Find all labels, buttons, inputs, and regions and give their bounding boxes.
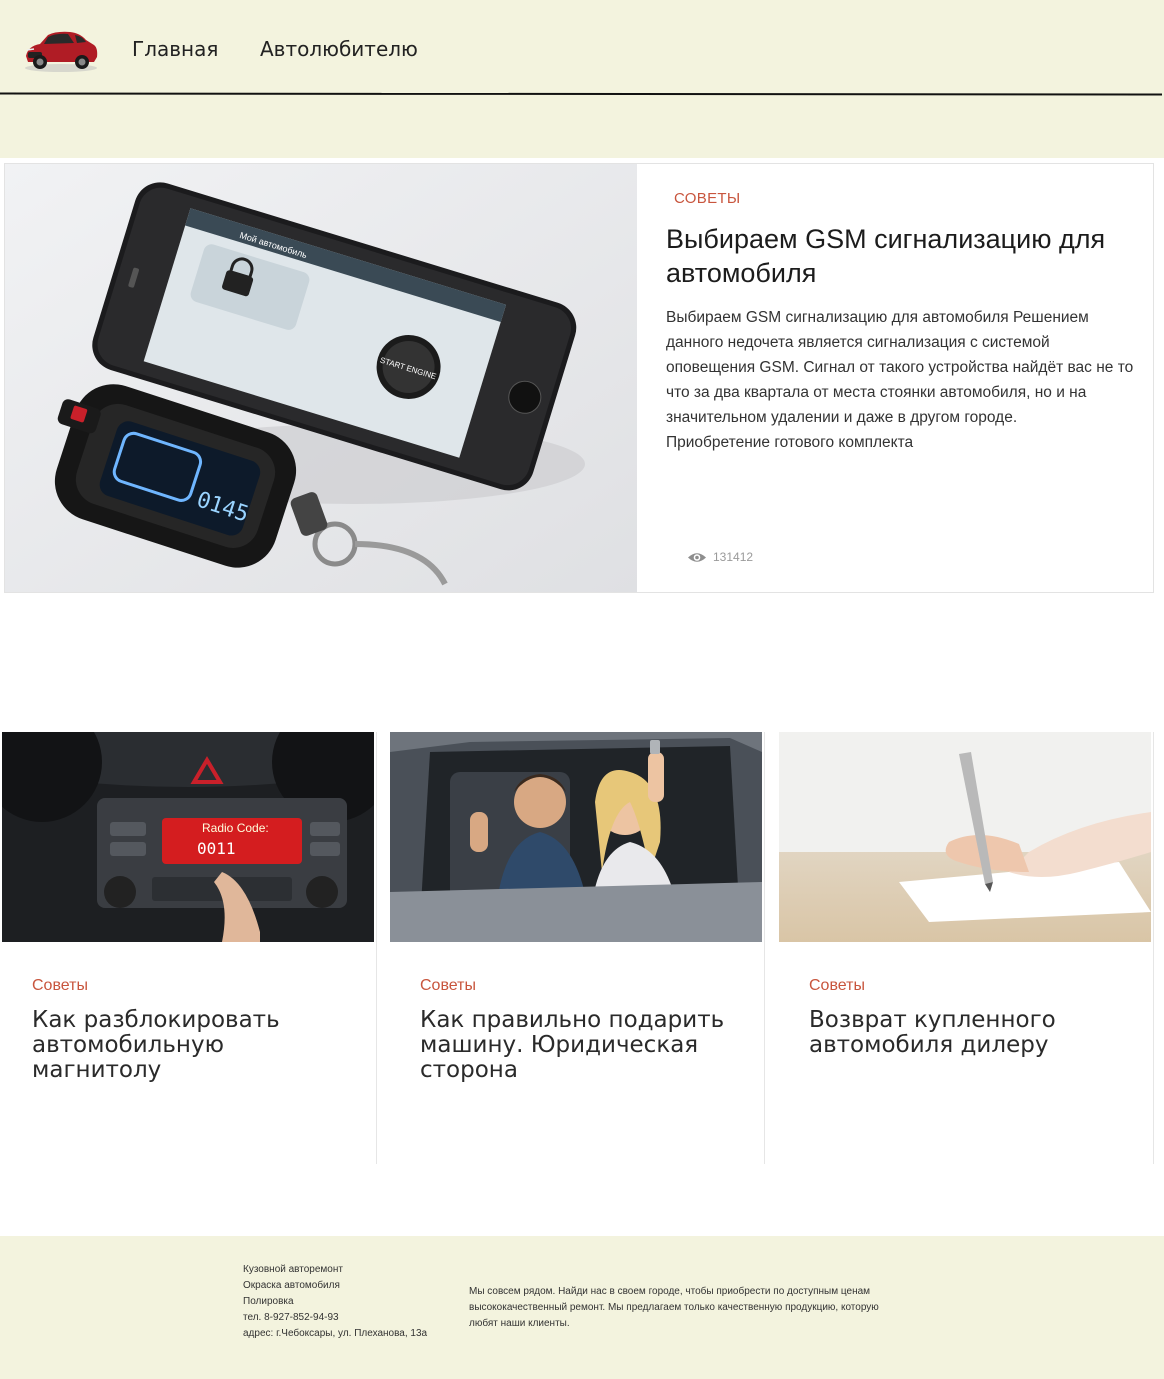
footer-phone: тел. 8-927-852-94-93 <box>243 1312 339 1323</box>
article-card[interactable]: Советы Как правильно подарить машину. Юр… <box>390 732 765 1164</box>
site-footer: Кузовной авторемонт Окраска автомобиля П… <box>0 1236 1164 1379</box>
featured-article[interactable]: Мой автомобиль START ENGINE 0145 СОВЕТЫ … <box>4 163 1154 593</box>
card-category[interactable]: Советы <box>420 977 476 995</box>
header-divider <box>0 92 1163 96</box>
card-image-couple-car[interactable] <box>390 732 762 942</box>
featured-image-gsm-alarm[interactable]: Мой автомобиль START ENGINE 0145 <box>5 164 637 592</box>
footer-about: Мы совсем рядом. Найди нас в своем город… <box>469 1286 879 1329</box>
footer-service: Полировка <box>243 1296 294 1307</box>
footer-service: Кузовной авторемонт <box>243 1264 343 1275</box>
footer-service: Окраска автомобиля <box>243 1280 340 1291</box>
featured-body: СОВЕТЫ Выбираем GSM сигнализацию для авт… <box>637 164 1153 592</box>
car-radio-photo: Radio Code: 0011 <box>2 732 374 942</box>
article-card[interactable]: Советы Возврат купленного автомобиля дил… <box>779 732 1154 1164</box>
featured-category[interactable]: СОВЕТЫ <box>674 190 740 207</box>
card-image-car-radio[interactable]: Radio Code: 0011 <box>2 732 374 942</box>
article-card[interactable]: Radio Code: 0011 Советы Как разблокирова… <box>2 732 377 1164</box>
nav-home-link[interactable]: Главная <box>132 37 218 61</box>
signing-document-photo <box>779 732 1151 942</box>
featured-excerpt-text: Выбираем GSM сигнализацию для автомобиля… <box>666 309 1134 426</box>
footer-address: адрес: г.Чебоксары, ул. Плеханова, 13а <box>243 1328 428 1339</box>
featured-title[interactable]: Выбираем GSM сигнализацию для автомобиля <box>666 222 1136 290</box>
card-title[interactable]: Как правильно подарить машину. Юридическ… <box>420 1008 740 1083</box>
gsm-alarm-photo: Мой автомобиль START ENGINE 0145 <box>5 164 637 592</box>
eye-icon <box>688 552 706 562</box>
footer-contacts: Кузовной авторемонт Окраска автомобиля П… <box>243 1262 427 1342</box>
couple-in-car-photo <box>390 732 762 942</box>
view-count: 131412 <box>687 550 753 564</box>
radio-code-label: Radio Code: <box>202 821 269 835</box>
featured-excerpt: Выбираем GSM сигнализацию для автомобиля… <box>666 305 1136 455</box>
card-title[interactable]: Как разблокировать автомобильную магнито… <box>32 1008 352 1083</box>
card-title[interactable]: Возврат купленного автомобиля дилеру <box>809 1008 1129 1058</box>
card-image-signing[interactable] <box>779 732 1151 942</box>
radio-code-value: 0011 <box>197 839 236 858</box>
car-logo-icon[interactable] <box>22 26 100 74</box>
featured-excerpt-extra: Приобретение готового комплекта <box>666 434 914 451</box>
card-category[interactable]: Советы <box>809 977 865 995</box>
site-header: Главная Автолюбителю <box>0 0 1164 158</box>
nav-motorist-link[interactable]: Автолюбителю <box>260 37 418 61</box>
view-count-value: 131412 <box>713 550 754 564</box>
card-category[interactable]: Советы <box>32 977 88 995</box>
